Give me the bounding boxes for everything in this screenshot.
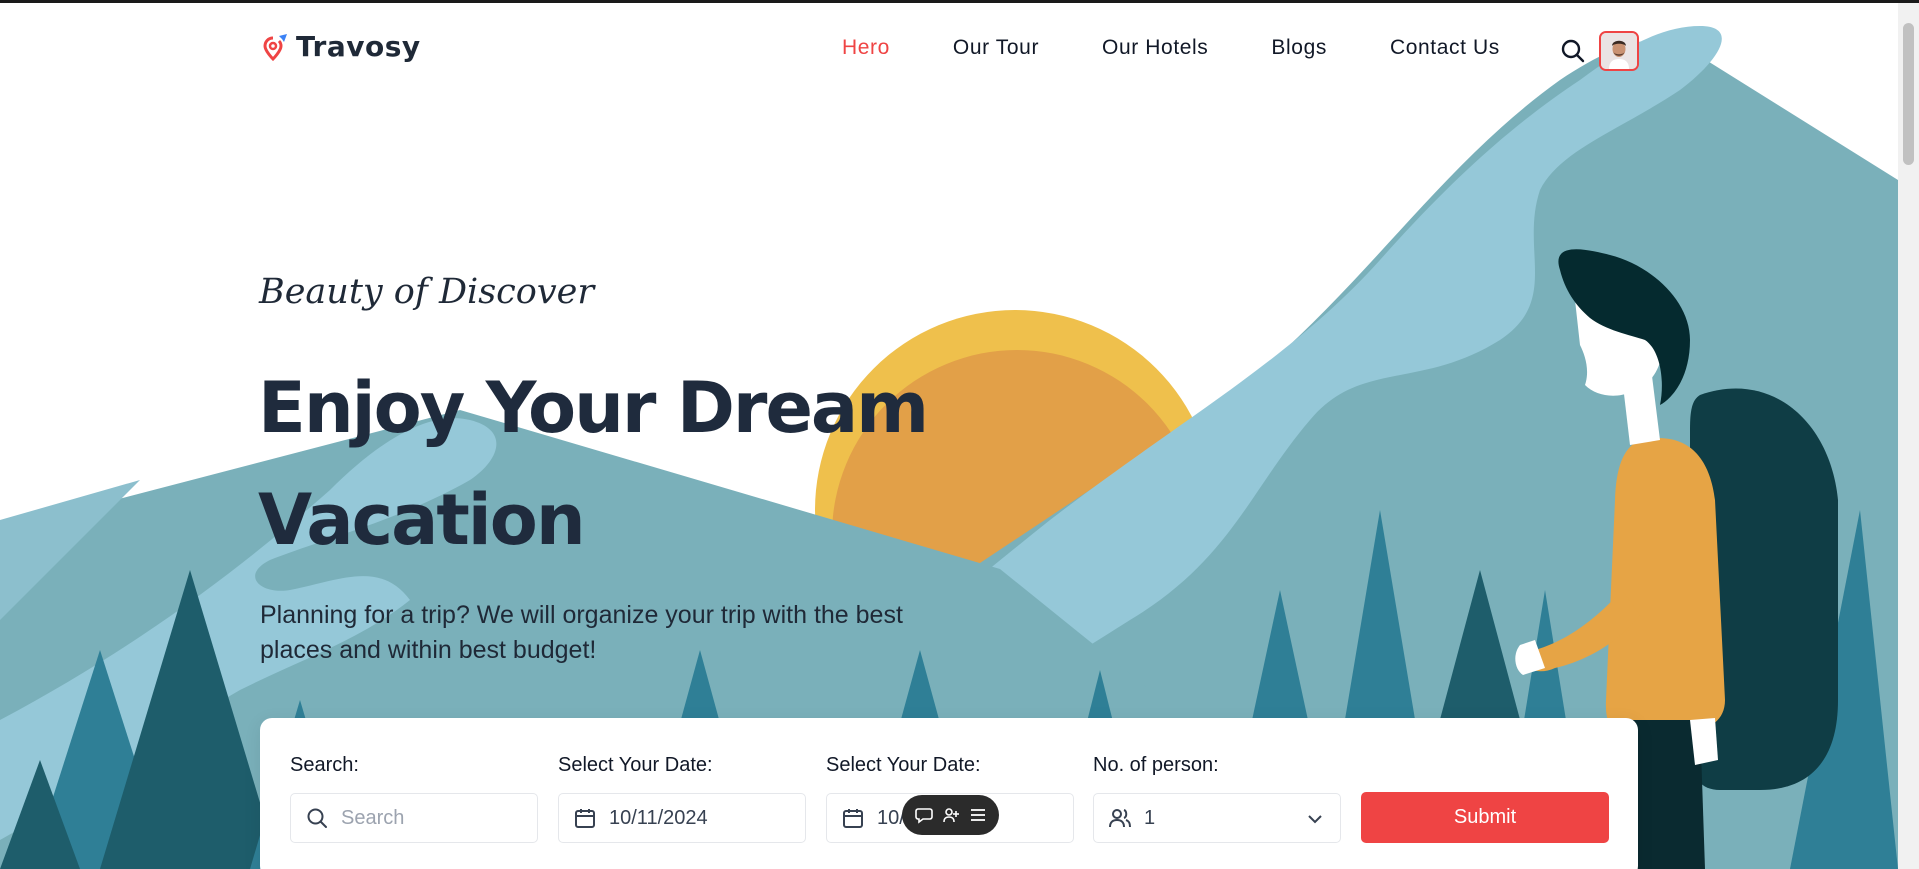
booking-form: Search: Select Your Date: 10/11/2024 Sel… [260, 718, 1638, 869]
brand-name: Travosy [296, 30, 421, 63]
persons-label: No. of person: [1093, 754, 1219, 776]
comment-icon[interactable] [914, 805, 934, 825]
date-value-1: 10/11/2024 [609, 806, 708, 829]
add-user-icon[interactable] [941, 805, 961, 825]
calendar-icon [843, 809, 863, 828]
search-field[interactable] [290, 793, 538, 843]
persons-value: 1 [1144, 806, 1156, 829]
date-label-1: Select Your Date: [558, 754, 713, 776]
floating-toolbar [902, 795, 999, 835]
nav-hero[interactable]: Hero [842, 36, 890, 60]
date-field-1[interactable]: 10/11/2024 [558, 793, 806, 843]
menu-icon[interactable] [968, 805, 988, 825]
date-label-2: Select Your Date: [826, 754, 981, 776]
chevron-down-icon [1308, 815, 1322, 824]
search-icon[interactable] [1560, 38, 1586, 64]
search-label: Search: [290, 754, 359, 776]
calendar-icon [575, 809, 595, 828]
submit-button[interactable]: Submit [1361, 792, 1609, 843]
avatar-image [1601, 33, 1637, 69]
hero-tagline: Beauty of Discover [259, 272, 595, 312]
hero-headline: Enjoy Your Dream Vacation [258, 367, 929, 561]
nav-contact-us[interactable]: Contact Us [1390, 36, 1500, 60]
users-icon [1109, 809, 1131, 828]
user-avatar[interactable] [1599, 31, 1639, 71]
brand-logo[interactable]: Travosy [262, 30, 421, 63]
persons-select[interactable]: 1 [1093, 793, 1341, 843]
nav-our-hotels[interactable]: Our Hotels [1102, 36, 1208, 60]
search-input[interactable] [341, 806, 491, 830]
nav-our-tour[interactable]: Our Tour [953, 36, 1039, 60]
nav-blogs[interactable]: Blogs [1271, 36, 1327, 60]
hero-subtext: Planning for a trip? We will organize yo… [260, 601, 903, 664]
top-navbar: Travosy Hero Our Tour Our Hotels Blogs C… [0, 0, 1898, 100]
search-icon [307, 808, 327, 828]
date-value-2: 10/ [877, 806, 905, 829]
main-menu: Hero Our Tour Our Hotels Blogs Contact U… [842, 36, 1563, 60]
page-scrollbar[interactable] [1898, 3, 1919, 869]
scrollbar-thumb[interactable] [1903, 23, 1914, 165]
location-pin-icon [263, 33, 287, 61]
